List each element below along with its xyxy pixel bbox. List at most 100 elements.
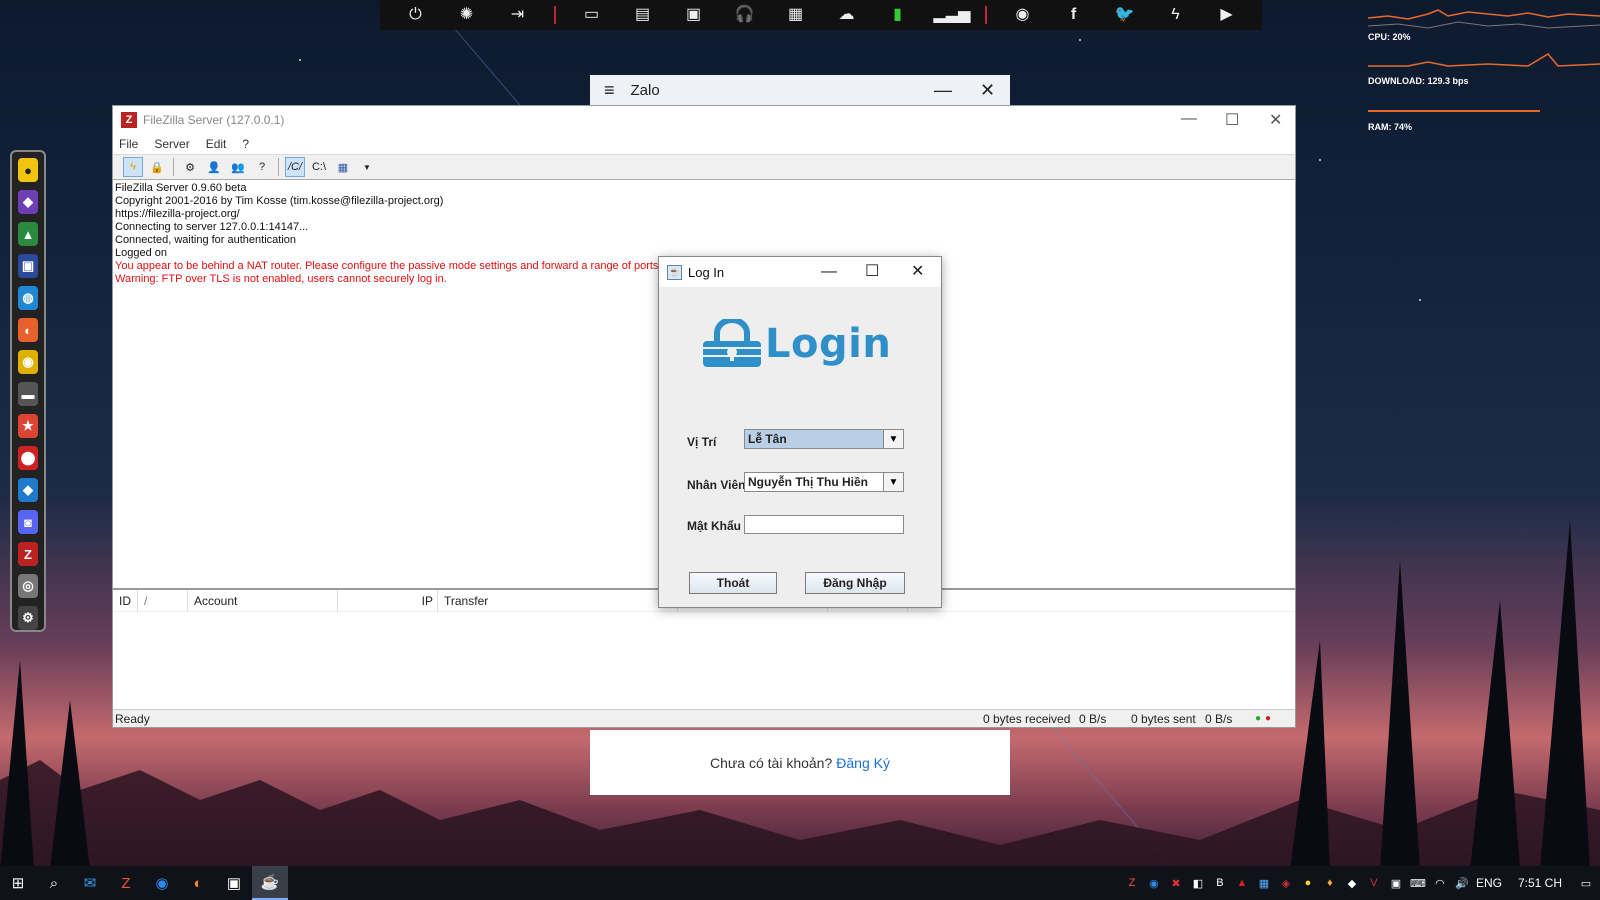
shield-tray-icon[interactable]: ◈	[1278, 875, 1294, 891]
ide-icon[interactable]: ▣	[18, 254, 38, 278]
notification-icon[interactable]: ▭	[1578, 875, 1594, 891]
col-transfer[interactable]: Transfer	[438, 589, 678, 612]
chevron-down-icon[interactable]: ▼	[357, 157, 377, 177]
minimize-icon[interactable]: —	[821, 257, 837, 287]
path-unix-button[interactable]: /C/	[285, 157, 305, 177]
close-icon[interactable]: ✕	[1269, 110, 1282, 130]
filezilla-dock-icon[interactable]: ⬤	[18, 446, 38, 470]
position-select[interactable]: Lễ Tân ▼	[744, 429, 904, 449]
app-icon[interactable]: ▲	[18, 222, 38, 246]
usb-icon[interactable]: ▬	[18, 382, 38, 406]
monitor-icon[interactable]: ▭	[577, 0, 607, 30]
java-taskbar-icon[interactable]: ☕	[252, 866, 288, 900]
settings-icon[interactable]: ⚙	[180, 157, 200, 177]
col-account[interactable]: Account	[188, 589, 338, 612]
close-icon[interactable]: ✕	[911, 257, 924, 287]
zalo-window-titlebar[interactable]: ≡ Zalo — ✕	[590, 75, 1010, 105]
facebook-icon[interactable]: f	[1059, 0, 1089, 30]
chevron-down-icon[interactable]: ▼	[883, 473, 903, 491]
log-line: https://filezilla-project.org/	[115, 208, 240, 220]
firefox-taskbar-icon[interactable]: ◐	[180, 866, 216, 900]
minimize-icon[interactable]: —	[1181, 110, 1197, 128]
users-icon[interactable]: 👤	[204, 157, 224, 177]
settings-icon[interactable]: ⚙	[18, 606, 38, 630]
disk-icon[interactable]: ◎	[18, 574, 38, 598]
exit-button[interactable]: Thoát	[689, 572, 777, 594]
register-link[interactable]: Đăng Ký	[836, 755, 890, 771]
language-indicator[interactable]: ENG	[1476, 876, 1502, 890]
menu-help[interactable]: ?	[242, 137, 249, 151]
tb-tray-icon[interactable]: B	[1212, 875, 1228, 891]
password-field[interactable]	[744, 515, 904, 534]
signal-icon[interactable]: ▂▃▅	[934, 0, 971, 30]
minimize-icon[interactable]: —	[934, 75, 952, 105]
chevron-down-icon[interactable]: ▼	[883, 430, 903, 448]
diamond-tray-icon[interactable]: ◆	[1344, 875, 1360, 891]
intellij-taskbar-icon[interactable]: ▣	[216, 866, 252, 900]
flow-icon[interactable]: ϟ	[1161, 0, 1191, 30]
groups-icon[interactable]: 👥	[228, 157, 248, 177]
menu-file[interactable]: File	[119, 137, 138, 151]
logout-icon[interactable]: ⇥	[503, 0, 533, 30]
camera-tray-icon[interactable]: ◧	[1190, 875, 1206, 891]
close-icon[interactable]: ✕	[980, 75, 995, 105]
loading-icon[interactable]: ✺	[452, 0, 482, 30]
menu-edit[interactable]: Edit	[206, 137, 227, 151]
employee-select[interactable]: Nguyễn Thị Thu Hiền ▼	[744, 472, 904, 492]
volume-icon[interactable]: 🔊	[1454, 875, 1470, 891]
filezilla-titlebar[interactable]: Z FileZilla Server (127.0.0.1) — ☐ ✕	[113, 106, 1295, 134]
filezilla-taskbar-icon[interactable]: Z	[108, 866, 144, 900]
grid-view-icon[interactable]: ▦	[333, 157, 353, 177]
filezilla-tray-icon[interactable]: Z	[1124, 875, 1140, 891]
visual-studio-icon[interactable]: ◆	[18, 190, 38, 214]
maximize-icon[interactable]: ☐	[865, 257, 879, 287]
film-icon[interactable]: ▦	[781, 0, 811, 30]
network-tray-icon[interactable]: ▦	[1256, 875, 1272, 891]
v-tray-icon[interactable]: V	[1366, 875, 1382, 891]
trash-icon[interactable]: ▮	[883, 0, 913, 30]
hamburger-menu-icon[interactable]: ≡	[604, 80, 615, 101]
sort-indicator: /	[138, 589, 188, 612]
col-ip[interactable]: IP	[338, 589, 438, 612]
weather-tray-icon[interactable]: ●	[1300, 875, 1316, 891]
game-tray-icon[interactable]: ▲	[1234, 875, 1250, 891]
ide-tray-icon[interactable]: ▣	[1388, 875, 1404, 891]
clock[interactable]: 7:51 CH	[1518, 876, 1562, 890]
log-line: Copyright 2001-2016 by Tim Kosse (tim.ko…	[115, 195, 444, 207]
twitter-icon[interactable]: 🐦	[1110, 0, 1140, 30]
help-icon[interactable]: ?	[252, 157, 272, 177]
connect-icon[interactable]: ϟ	[123, 157, 143, 177]
firefox-icon[interactable]: ◐	[18, 318, 38, 342]
mail-icon[interactable]: ✉	[72, 866, 108, 900]
bulb-app-icon[interactable]: ●	[18, 158, 38, 182]
gallery-icon[interactable]: ▣	[679, 0, 709, 30]
app-tray-icon[interactable]: ✖	[1168, 875, 1184, 891]
vscode-icon[interactable]: ◆	[18, 478, 38, 502]
path-windows-button[interactable]: C:\	[309, 157, 329, 177]
youtube-icon[interactable]: ▶	[1212, 0, 1242, 30]
document-icon[interactable]: ▤	[628, 0, 658, 30]
discord-icon[interactable]: ◙	[18, 510, 38, 534]
maximize-icon[interactable]: ☐	[1225, 110, 1239, 130]
lock-icon[interactable]: 🔒	[147, 157, 167, 177]
drop-tray-icon[interactable]: ♦	[1322, 875, 1338, 891]
earth-icon[interactable]: ◍	[18, 286, 38, 310]
col-id[interactable]: ID	[113, 589, 138, 612]
power-icon[interactable]: ⏻	[401, 0, 431, 30]
chrome-icon[interactable]: ◉	[1008, 0, 1038, 30]
headphones-icon[interactable]: 🎧	[730, 0, 760, 30]
login-button[interactable]: Đăng Nhập	[805, 572, 905, 594]
login-titlebar[interactable]: ☕ Log In — ☐ ✕	[659, 257, 941, 287]
chrome-icon[interactable]: ◉	[18, 350, 38, 374]
wifi-icon[interactable]: ◠	[1432, 875, 1448, 891]
employee-label: Nhân Viên	[687, 478, 746, 492]
menu-server[interactable]: Server	[154, 137, 189, 151]
windows-start-icon[interactable]: ⊞	[0, 866, 36, 900]
filezilla-icon[interactable]: Z	[18, 542, 38, 566]
star-icon[interactable]: ★	[18, 414, 38, 438]
zalo-tray-icon[interactable]: ◉	[1146, 875, 1162, 891]
zalo-taskbar-icon[interactable]: ◉	[144, 866, 180, 900]
cloud-download-icon[interactable]: ☁	[832, 0, 862, 30]
ime-tray-icon[interactable]: ⌨	[1410, 875, 1426, 891]
search-icon[interactable]: ⌕	[36, 866, 72, 900]
